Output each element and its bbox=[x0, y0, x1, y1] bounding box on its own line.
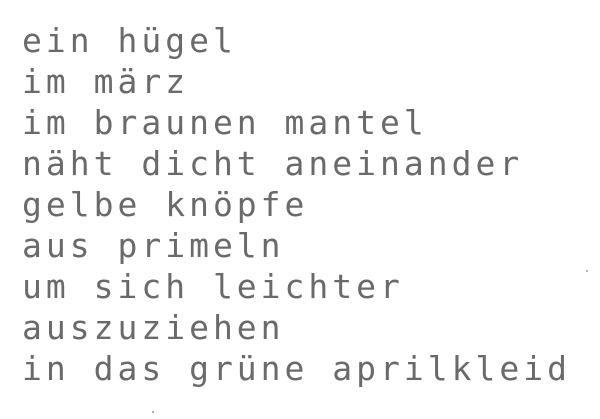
poem-text: ein hügel im märz im braunen mantel näht… bbox=[22, 20, 571, 389]
poem-line: im braunen mantel bbox=[22, 103, 428, 142]
poem-line: ein hügel bbox=[22, 21, 237, 60]
poem-line: näht dicht aneinander bbox=[22, 144, 524, 183]
poem-line: um sich leichter bbox=[22, 267, 404, 306]
poem-line: in das grüne aprilkleid bbox=[22, 349, 571, 388]
poem-line: aus primeln bbox=[22, 226, 285, 265]
poem-line: im märz bbox=[22, 62, 190, 101]
scan-speck bbox=[152, 411, 154, 413]
poem-line: auszuziehen bbox=[22, 308, 285, 347]
scan-speck bbox=[586, 270, 588, 272]
poem-line: gelbe knöpfe bbox=[22, 185, 309, 224]
